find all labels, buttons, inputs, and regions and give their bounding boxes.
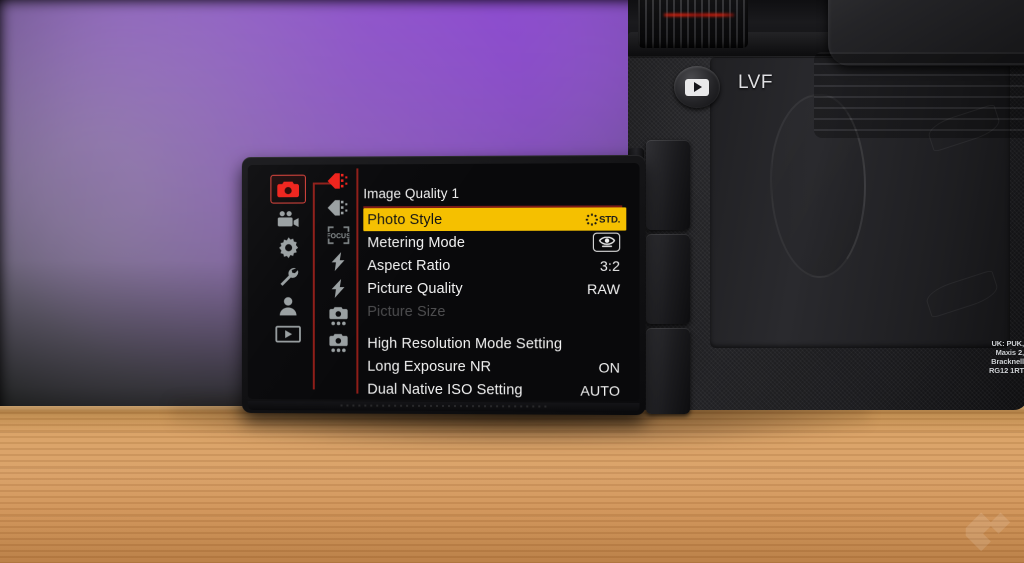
wrench-icon — [280, 268, 298, 286]
menu-row-high-resolution-mode-setting[interactable]: High Resolution Mode Setting — [363, 332, 626, 356]
menu-row-label: Picture Quality — [367, 280, 463, 297]
camera-icon — [277, 181, 299, 197]
sidebar-item-photo[interactable] — [270, 174, 306, 204]
hinge-segment-top — [646, 140, 690, 230]
hinge-segment-bottom — [646, 328, 690, 414]
regulatory-line-1: UK: PUK, — [991, 339, 1024, 348]
camera-menu: FOCUS Image Quality 1 Photo Style STD. M… — [248, 163, 640, 401]
menu-row-label: Dual Native ISO Setting — [367, 381, 523, 398]
menu-row-value — [592, 232, 621, 252]
sidebar-item-playback[interactable] — [271, 321, 305, 348]
menu-rail-right — [356, 168, 358, 394]
sidebar-item-custom[interactable] — [271, 234, 305, 261]
hinge-segment-middle — [646, 234, 690, 324]
menu-row-value: AUTO — [580, 382, 621, 399]
photo-style-burst-icon — [585, 213, 599, 226]
photo-style-badge: STD. — [585, 213, 621, 226]
subtab-others-1[interactable] — [324, 303, 354, 328]
photo-style-value: STD. — [599, 214, 621, 226]
regulatory-text: UK: PUK, Maxis 2, Bracknell RG12 1RT — [962, 339, 1024, 375]
lvf-button-label[interactable]: LVF — [738, 72, 773, 94]
mode-dial[interactable] — [638, 0, 748, 48]
playback-button[interactable] — [674, 66, 720, 108]
menu-row-label: Metering Mode — [367, 234, 466, 251]
dial-red-indicator — [664, 12, 734, 18]
screenshot-scene: LVF UK: PUK, Maxis 2, Bracknell RG12 1RT — [0, 0, 1024, 563]
menu-row-value: STD. — [585, 213, 621, 226]
camera-dots-icon — [329, 333, 348, 352]
subtab-image-quality-1[interactable] — [324, 168, 354, 193]
menu-row-picture-size: Picture Size — [363, 300, 626, 323]
subtab-image-quality-2[interactable] — [324, 195, 354, 220]
sidebar-item-video[interactable] — [271, 205, 305, 232]
menu-row-photo-style[interactable]: Photo Style STD. — [363, 207, 627, 232]
metering-mode-icon — [592, 232, 621, 252]
camera-dots-icon — [329, 306, 348, 325]
menu-row-value: ON — [598, 358, 621, 376]
flash-bolt-icon — [331, 252, 345, 272]
lcd-screen[interactable]: FOCUS Image Quality 1 Photo Style STD. M… — [247, 162, 640, 401]
menu-row-label: High Resolution Mode Setting — [367, 335, 563, 352]
menu-row-label: Aspect Ratio — [367, 257, 451, 274]
quality-icon — [327, 173, 348, 189]
metering-glyph — [598, 236, 614, 249]
quality-icon — [327, 200, 348, 216]
person-icon — [279, 296, 297, 315]
menu-rail-left — [312, 182, 315, 390]
menu-row-value: 3:2 — [599, 257, 621, 274]
menu-row-dual-native-iso-setting[interactable]: Dual Native ISO Setting AUTO — [363, 378, 626, 401]
sidebar-item-setup[interactable] — [271, 263, 305, 290]
flash-bolt-icon — [331, 279, 345, 298]
subtab-others-2[interactable] — [324, 330, 354, 355]
playback-icon — [275, 326, 301, 343]
menu-row-metering-mode[interactable]: Metering Mode — [363, 231, 626, 255]
focus-frame-icon: FOCUS — [327, 226, 350, 244]
page-title: Image Quality 1 — [363, 185, 460, 202]
svg-text:FOCUS: FOCUS — [328, 233, 350, 240]
logo-watermark — [965, 512, 1011, 552]
menu-row-picture-quality[interactable]: Picture Quality RAW — [363, 277, 626, 300]
main-tab-column — [267, 174, 308, 390]
menu-list: Photo Style STD. Metering Mode Aspect Ra… — [363, 207, 627, 401]
lcd-display-module: FOCUS Image Quality 1 Photo Style STD. M… — [241, 154, 646, 416]
menu-row-aspect-ratio[interactable]: Aspect Ratio 3:2 — [363, 254, 626, 277]
menu-row-label: Picture Size — [367, 303, 446, 320]
subtab-flash-1[interactable] — [324, 249, 354, 274]
subtab-focus[interactable]: FOCUS — [324, 222, 354, 247]
regulatory-line-2: Maxis 2, — [995, 348, 1024, 357]
subtab-flash-2[interactable] — [324, 276, 354, 301]
regulatory-line-4: RG12 1RT — [988, 366, 1024, 375]
menu-row-label: Photo Style — [367, 211, 443, 228]
menu-row-long-exposure-nr[interactable]: Long Exposure NR ON — [363, 355, 626, 379]
play-icon — [685, 78, 709, 96]
regulatory-line-3: Bracknell — [991, 357, 1024, 366]
sub-tab-column: FOCUS — [322, 168, 356, 393]
gear-icon — [278, 237, 298, 259]
menu-row-label: Long Exposure NR — [367, 358, 492, 375]
movie-icon — [277, 210, 299, 227]
sidebar-item-my-menu[interactable] — [271, 292, 305, 319]
menu-row-value: RAW — [587, 280, 621, 297]
